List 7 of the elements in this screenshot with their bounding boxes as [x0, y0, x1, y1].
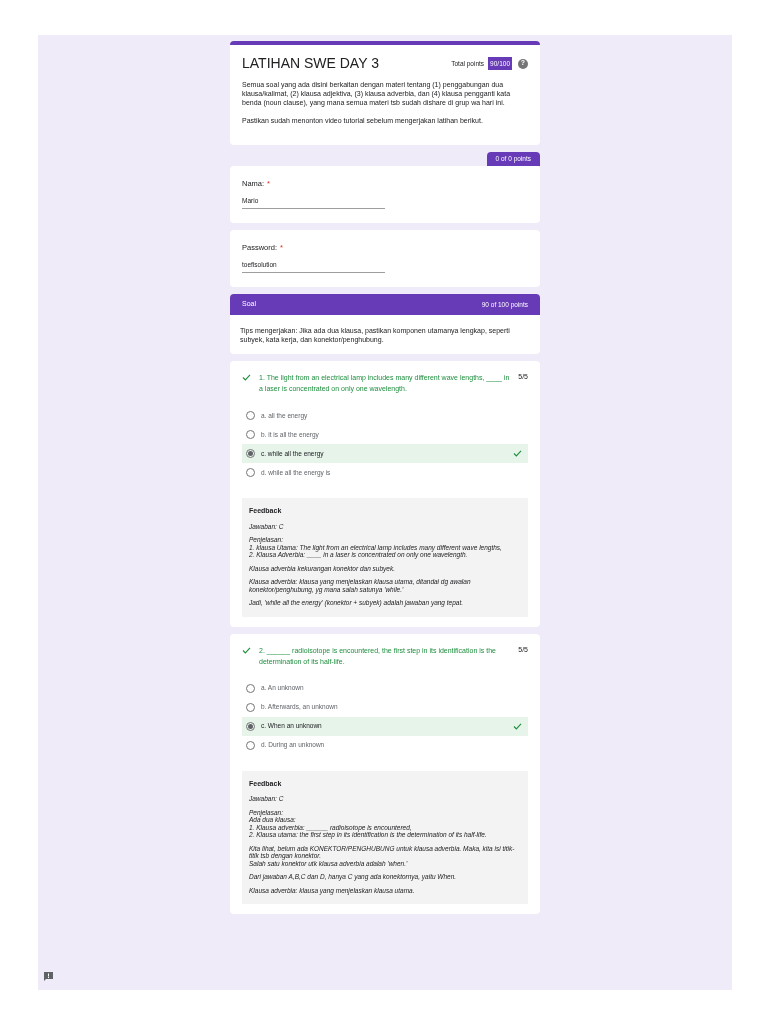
feedback-icon[interactable] [44, 972, 53, 981]
radio-button[interactable] [246, 449, 255, 458]
check-icon [513, 450, 522, 457]
check-icon [242, 374, 251, 381]
check-icon [513, 722, 522, 730]
check-icon [242, 646, 251, 654]
form-title: LATIHAN SWE DAY 3 [242, 54, 380, 73]
